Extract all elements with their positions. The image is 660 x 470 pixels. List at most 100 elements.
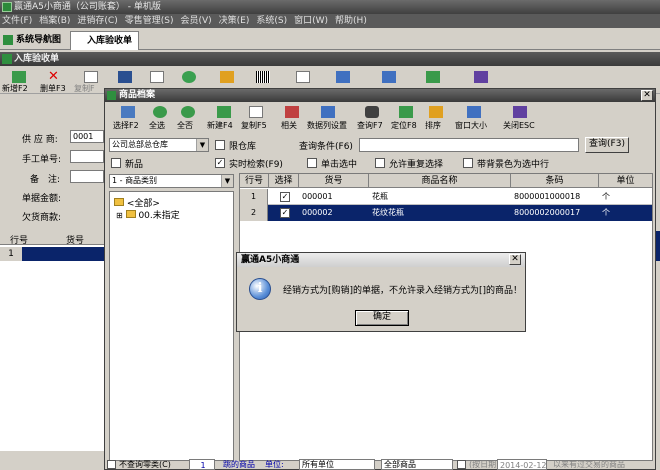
copy-icon[interactable] xyxy=(84,71,98,83)
col-code: 货号 xyxy=(299,174,369,188)
table-icon[interactable] xyxy=(336,71,350,83)
query-condition-input[interactable] xyxy=(359,138,579,152)
new-product-label: 新品 xyxy=(125,160,144,170)
single-click-checkbox[interactable] xyxy=(307,158,317,168)
menu-retail[interactable]: 零售管理(S) xyxy=(123,14,179,28)
menu-help[interactable]: 帮助(H) xyxy=(333,14,372,28)
map-icon xyxy=(3,35,13,45)
locate-button[interactable]: 定位F8 xyxy=(391,120,417,131)
page-field[interactable]: 1 xyxy=(189,459,215,470)
limit-warehouse-checkbox[interactable] xyxy=(215,140,225,150)
forward-icon[interactable] xyxy=(182,71,196,83)
row-name: 花瓶 xyxy=(372,192,388,201)
menu-member[interactable]: 会员(V) xyxy=(178,14,216,28)
sort-button[interactable]: 排序 xyxy=(425,120,441,131)
new-button[interactable]: 新增F2 xyxy=(2,83,28,94)
dialog-bottom-bar: 不查询零类(C) 1 跳的商品 单位: 所有单位 全部商品 (按日期 2014-… xyxy=(105,459,655,470)
select-icon[interactable] xyxy=(121,106,135,118)
check-icon[interactable] xyxy=(150,71,164,83)
document-header: 入库验收单 xyxy=(0,52,660,66)
save-icon[interactable] xyxy=(118,71,132,83)
related-button[interactable]: 相关 xyxy=(281,120,297,131)
menu-inventory[interactable]: 进销存(C) xyxy=(75,14,122,28)
locate-icon[interactable] xyxy=(399,106,413,118)
bg-color-checkbox[interactable] xyxy=(463,158,473,168)
supplier-field[interactable]: 0001 xyxy=(70,130,104,143)
menu-system[interactable]: 系统(S) xyxy=(254,14,292,28)
col-row-no: 行号 xyxy=(10,236,29,246)
columns-icon[interactable] xyxy=(321,106,335,118)
related-icon[interactable] xyxy=(285,106,299,118)
dialog-icon xyxy=(107,91,116,100)
menu-window[interactable]: 窗口(W) xyxy=(292,14,333,28)
select-none-icon[interactable] xyxy=(181,106,195,118)
window-size-button[interactable]: 窗口大小 xyxy=(455,120,487,131)
app-title: 赢通A5小商通（公司账套） - 单机版 xyxy=(14,2,161,12)
allow-repeat-checkbox[interactable] xyxy=(375,158,385,168)
unit-select[interactable]: 所有单位 xyxy=(299,459,375,470)
barcode-icon[interactable] xyxy=(256,71,270,83)
row-no: 2 xyxy=(240,205,268,221)
date-field[interactable]: 2014-02-12 xyxy=(497,459,547,470)
dialog-close-icon[interactable]: ✕ xyxy=(641,90,653,101)
remark-field[interactable] xyxy=(70,170,104,183)
column-settings-button[interactable]: 数据列设置 xyxy=(307,120,347,131)
select-all-icon[interactable] xyxy=(153,106,167,118)
tree-icon[interactable] xyxy=(382,71,396,83)
close-esc-icon[interactable] xyxy=(513,106,527,118)
dialog-title: 商品档案 xyxy=(119,90,156,100)
tree-item-unassigned[interactable]: ⊞ 00.未指定 xyxy=(116,208,180,221)
sort-icon[interactable] xyxy=(429,106,443,118)
tab-navigation-map[interactable]: 系统导航图 xyxy=(0,31,67,50)
query-button[interactable]: 查询(F3) xyxy=(585,137,629,153)
unit-label: 单位: xyxy=(265,460,284,469)
product-scope-select[interactable]: 全部商品 xyxy=(381,459,453,470)
edit-icon[interactable] xyxy=(296,71,310,83)
table-row[interactable]: 1 ✓ 000001 花瓶 8000001000018 个 xyxy=(240,189,652,205)
copy-button[interactable]: 复制F xyxy=(74,83,95,94)
row-select-checkbox[interactable]: ✓ xyxy=(280,192,290,202)
copy-product-icon[interactable] xyxy=(249,106,263,118)
document-icon xyxy=(2,54,12,64)
window-size-icon[interactable] xyxy=(467,106,481,118)
query-f7-button[interactable]: 查询F7 xyxy=(357,120,383,131)
warehouse-select[interactable]: 公司总部总仓库 ▼ xyxy=(109,138,209,152)
close-esc-button[interactable]: 关闭ESC xyxy=(503,120,535,131)
message-title-bar: 赢通A5小商通 ✕ xyxy=(237,253,525,267)
select-none-button[interactable]: 全否 xyxy=(177,120,193,131)
delete-icon[interactable]: ✕ xyxy=(48,70,62,83)
no-zero-checkbox[interactable] xyxy=(107,460,116,469)
message-close-icon[interactable]: ✕ xyxy=(509,254,521,265)
grid-icon[interactable] xyxy=(220,71,234,83)
new-icon[interactable] xyxy=(12,71,26,83)
category-select[interactable]: 1 - 商品类别 ▼ xyxy=(109,174,234,188)
tab-receiving[interactable]: 入库验收单 xyxy=(70,31,140,50)
folder-icon xyxy=(114,198,124,206)
exit-icon[interactable] xyxy=(474,71,488,83)
menu-file[interactable]: 文件(F) xyxy=(0,14,37,28)
row-unit: 个 xyxy=(602,208,610,217)
copy-product-button[interactable]: 复制F5 xyxy=(241,120,267,131)
binoculars-icon[interactable] xyxy=(365,106,379,118)
new-product-button[interactable]: 新建F4 xyxy=(207,120,233,131)
print-icon[interactable] xyxy=(426,71,440,83)
row-select-checkbox[interactable]: ✓ xyxy=(280,208,290,218)
expand-icon[interactable]: ⊞ xyxy=(116,211,123,220)
date-trail-label: 以来有过交易的商品 xyxy=(553,460,625,469)
menu-archive[interactable]: 档案(B) xyxy=(37,14,75,28)
manual-no-field[interactable] xyxy=(70,150,104,163)
select-button[interactable]: 选择F2 xyxy=(113,120,139,131)
date-label: (按日期 xyxy=(469,460,497,469)
ok-button[interactable]: 确定 xyxy=(355,310,409,326)
realtime-search-checkbox[interactable]: ✓ xyxy=(215,158,225,168)
date-filter-checkbox[interactable] xyxy=(457,460,466,469)
delete-button[interactable]: 删单F3 xyxy=(40,83,66,94)
table-row[interactable]: 2 ✓ 000002 花纹花瓶 8000002000017 个 xyxy=(240,205,652,221)
message-title: 赢通A5小商通 xyxy=(241,255,300,265)
manual-no-label: 手工单号: xyxy=(22,155,62,165)
new-product-icon[interactable] xyxy=(217,106,231,118)
detail-row-selected[interactable]: 1 xyxy=(0,247,110,261)
new-product-checkbox[interactable] xyxy=(111,158,121,168)
menu-decision[interactable]: 决策(E) xyxy=(217,14,255,28)
select-all-button[interactable]: 全选 xyxy=(149,120,165,131)
